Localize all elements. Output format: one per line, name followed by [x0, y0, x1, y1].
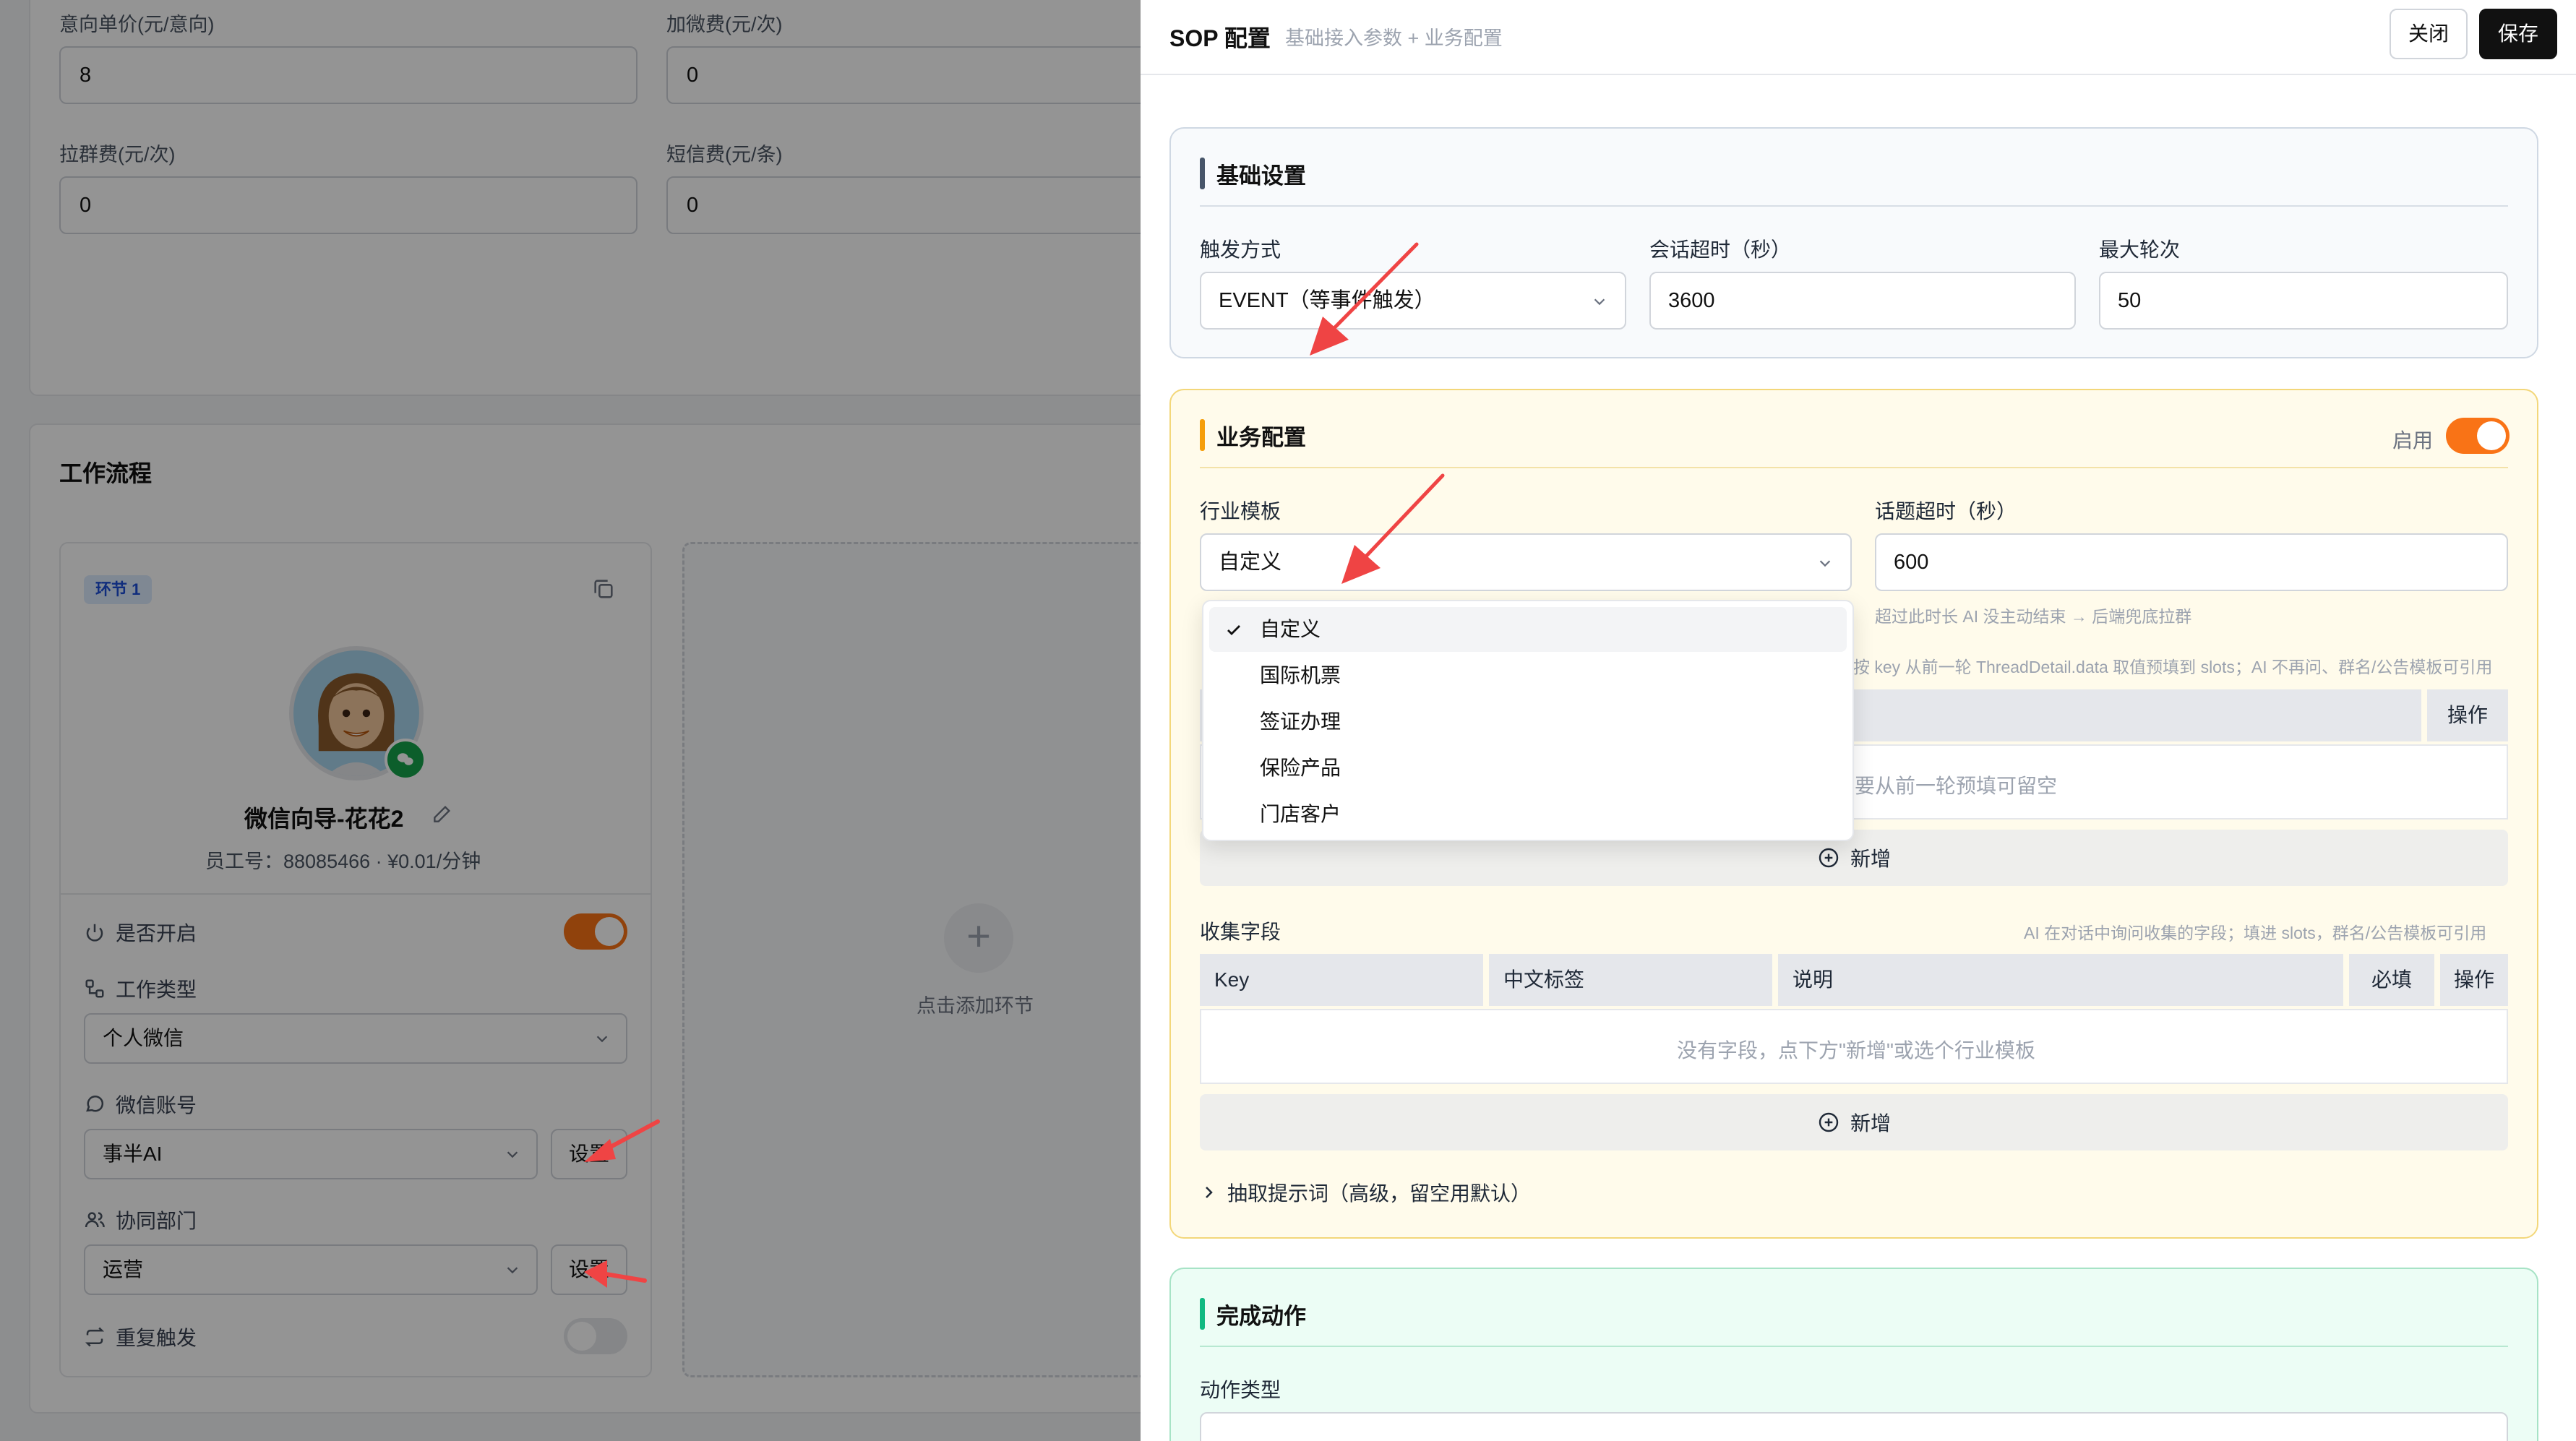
save-button[interactable]: 保存	[2479, 9, 2557, 59]
action-type-label: 动作类型	[1200, 1379, 1281, 1401]
collect-fields-hint: AI 在对话中询问收集的字段；填进 slots，群名/公告模板可引用	[2024, 924, 2487, 942]
max-rounds-input[interactable]: 50	[2099, 272, 2508, 330]
topic-timeout-input[interactable]: 600	[1875, 533, 2508, 591]
chevron-right-icon	[1206, 1187, 1213, 1198]
template-dropdown: 自定义 国际机票 签证办理 保险产品 门店客户	[1202, 600, 1854, 841]
trigger-label: 触发方式	[1200, 238, 1281, 261]
basic-settings-heading: 基础设置	[1200, 158, 1306, 189]
drawer-subtitle: 基础接入参数 + 业务配置	[1285, 27, 1503, 49]
col-desc: 说明	[1778, 954, 2343, 1006]
action-type-select[interactable]	[1200, 1412, 2508, 1441]
template-option-store[interactable]: 门店客户	[1209, 792, 1847, 837]
topic-timeout-hint: 超过此时长 AI 没主动结束 → 后端兜底拉群	[1875, 607, 2192, 626]
drawer-title: SOP 配置	[1169, 25, 1271, 51]
drawer-header: SOP 配置 基础接入参数 + 业务配置 关闭 保存	[1141, 0, 2576, 75]
plus-circle-icon	[1819, 1112, 1839, 1132]
topic-timeout-label: 话题超时（秒）	[1875, 500, 2017, 522]
col-key: Key	[1200, 954, 1483, 1006]
business-enable-toggle[interactable]	[2446, 418, 2510, 454]
completion-action-heading: 完成动作	[1200, 1298, 1306, 1330]
template-select[interactable]: 自定义	[1200, 533, 1852, 591]
col-required: 必填	[2349, 954, 2434, 1006]
template-option-visa[interactable]: 签证办理	[1209, 700, 1847, 744]
enable-label: 启用	[2392, 429, 2434, 452]
collect-empty-text: 没有字段，点下方"新增"或选个行业模板	[1677, 1039, 2035, 1062]
annotation-arrow-icon	[1341, 473, 1445, 584]
annotation-arrow-icon	[584, 1260, 647, 1288]
chevron-down-icon	[1594, 298, 1605, 306]
template-option-flight[interactable]: 国际机票	[1209, 653, 1847, 698]
chevron-down-icon	[1819, 560, 1831, 567]
prefill-slots-hint: 按 key 从前一轮 ThreadDetail.data 取值预填到 slots…	[1853, 658, 2493, 676]
col-op: 操作	[2440, 954, 2508, 1006]
max-rounds-label: 最大轮次	[2099, 238, 2181, 261]
advanced-prompt-toggle[interactable]: 抽取提示词（高级，留空用默认）	[1200, 1178, 1531, 1207]
prefill-op-column: 操作	[2427, 689, 2508, 741]
session-timeout-label: 会话超时（秒）	[1649, 238, 1792, 261]
prefill-empty-text: 要从前一轮预填可留空	[1855, 775, 2058, 797]
check-icon	[1227, 625, 1240, 635]
template-label: 行业模板	[1200, 500, 1281, 522]
plus-circle-icon	[1819, 848, 1839, 868]
business-config-heading: 业务配置	[1200, 419, 1306, 451]
session-timeout-input[interactable]: 3600	[1649, 272, 2076, 330]
col-label: 中文标签	[1489, 954, 1772, 1006]
collect-fields-label: 收集字段	[1200, 921, 1281, 943]
completion-action-section: 完成动作 动作类型	[1169, 1268, 2538, 1441]
template-option-custom[interactable]: 自定义	[1209, 607, 1847, 652]
collect-add-button[interactable]: 新增	[1200, 1094, 2508, 1150]
annotation-arrow-icon	[584, 1119, 660, 1162]
template-option-insurance[interactable]: 保险产品	[1209, 746, 1847, 791]
annotation-arrow-icon	[1310, 242, 1419, 356]
close-button[interactable]: 关闭	[2390, 9, 2468, 59]
modal-overlay[interactable]	[0, 0, 1141, 1441]
